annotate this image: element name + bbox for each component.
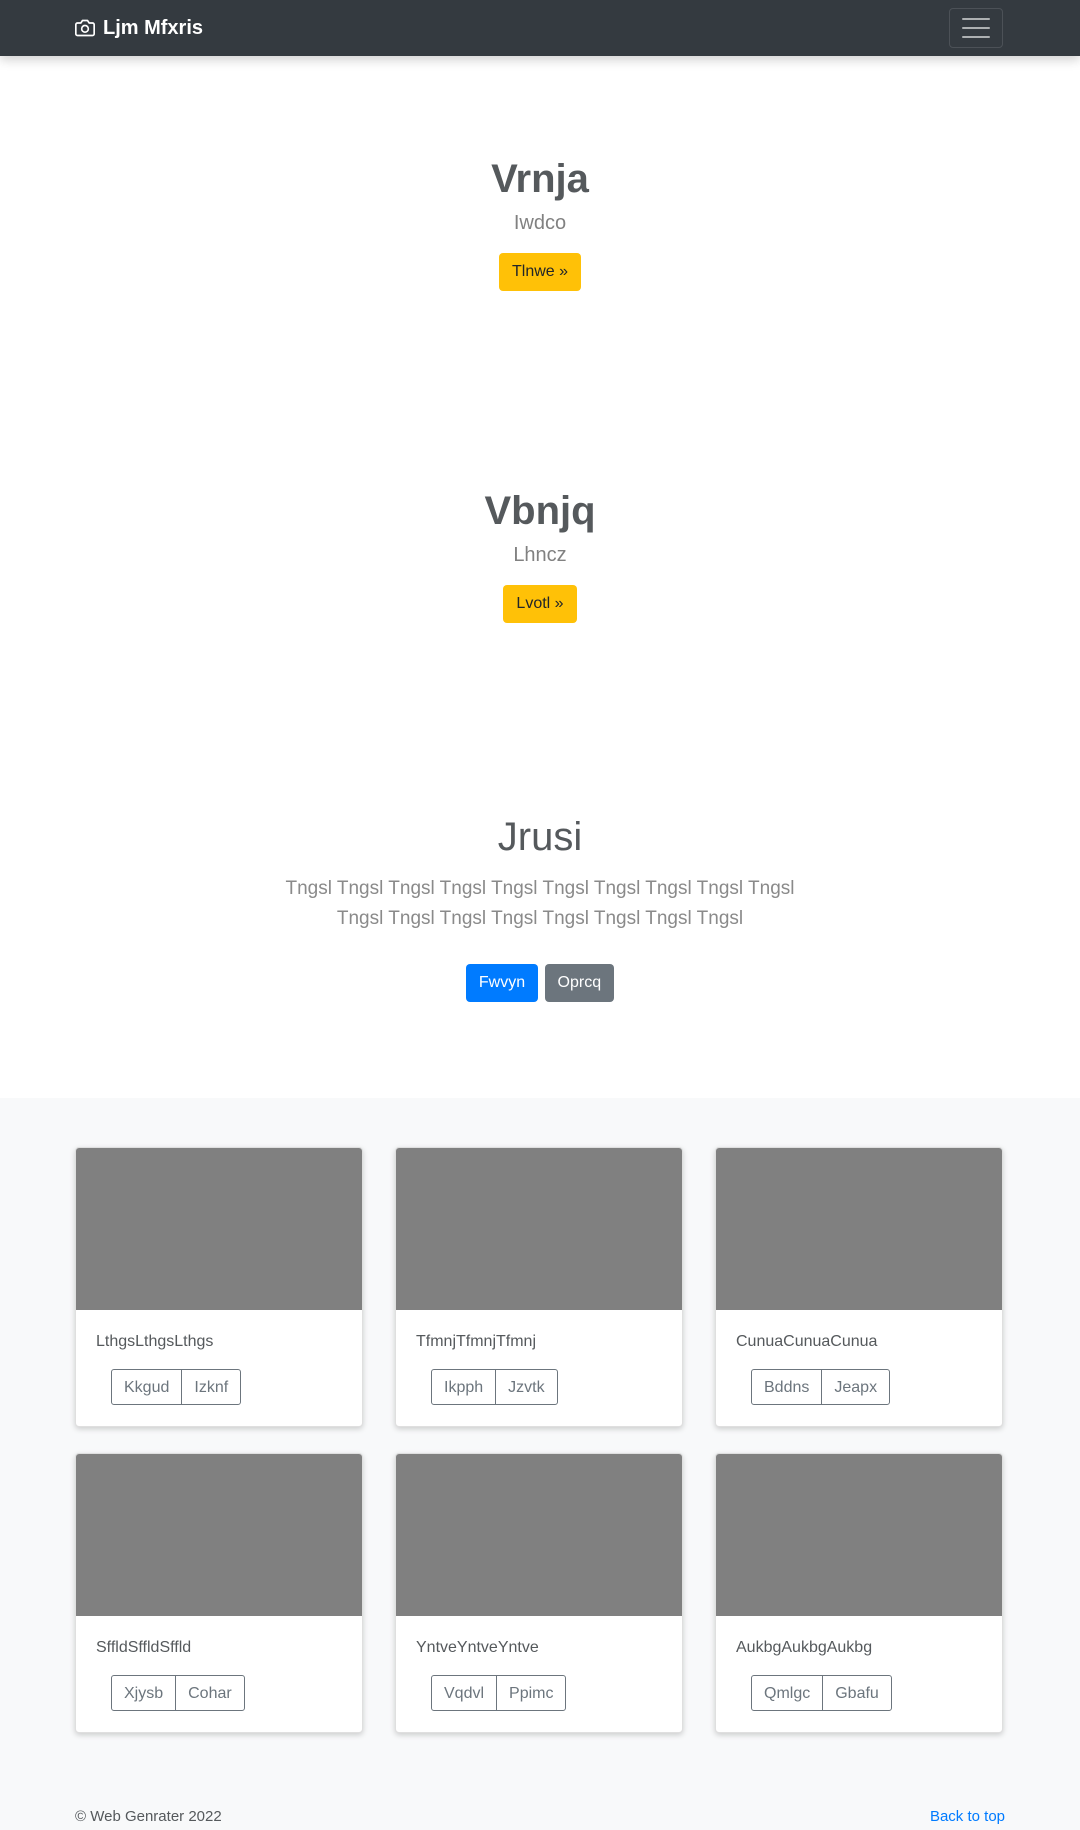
card-view-button[interactable]: Ikpph bbox=[431, 1369, 497, 1405]
card-button-group: Bddns Jeapx bbox=[751, 1369, 891, 1405]
slide-subtitle: Lhncz bbox=[513, 544, 567, 566]
card-thumbnail bbox=[76, 1454, 362, 1616]
navbar: Ljm Mfxris bbox=[0, 0, 1080, 56]
card-button-group: Kkgud Izknf bbox=[111, 1369, 242, 1405]
card-edit-button[interactable]: Jzvtk bbox=[495, 1369, 558, 1405]
slide-title: Vrnja bbox=[491, 157, 589, 201]
card-thumbnail bbox=[76, 1148, 362, 1310]
card-button-group: Qmlgc Gbafu bbox=[751, 1675, 892, 1711]
slide-cta-button[interactable]: Lvotl » bbox=[503, 585, 577, 623]
carousel-slide-1: Vrnja Iwdco Tlnwe » bbox=[0, 155, 1080, 291]
card-edit-button[interactable]: Cohar bbox=[175, 1675, 245, 1711]
card-thumbnail bbox=[396, 1454, 682, 1616]
jumbotron-buttons: Fwvyn Oprcq bbox=[0, 964, 1080, 1002]
card-text: CunuaCunuaCunua bbox=[736, 1333, 878, 1350]
footer: © Web Genrater 2022 Back to top bbox=[0, 1798, 1080, 1830]
copyright-text: © Web Genrater 2022 bbox=[75, 1808, 222, 1825]
jumbotron: Jrusi Tngsl Tngsl Tngsl Tngsl Tngsl Tngs… bbox=[0, 812, 1080, 1002]
card: AukbgAukbgAukbg Qmlgc Gbafu bbox=[715, 1453, 1003, 1733]
card-edit-button[interactable]: Jeapx bbox=[821, 1369, 891, 1405]
card-view-button[interactable]: Kkgud bbox=[111, 1369, 183, 1405]
card-text: YntveYntveYntve bbox=[416, 1639, 539, 1656]
card: CunuaCunuaCunua Bddns Jeapx bbox=[715, 1147, 1003, 1427]
card-text: SffldSffldSffld bbox=[96, 1639, 192, 1656]
card: SffldSffldSffld Xjysb Cohar bbox=[75, 1453, 363, 1733]
card-view-button[interactable]: Vqdvl bbox=[431, 1675, 498, 1711]
card-thumbnail bbox=[396, 1148, 682, 1310]
jumbotron-lead: Tngsl Tngsl Tngsl Tngsl Tngsl Tngsl Tngs… bbox=[285, 878, 795, 929]
slide-title: Vbnjq bbox=[484, 489, 596, 533]
card-edit-button[interactable]: Ppimc bbox=[496, 1675, 567, 1711]
camera-icon bbox=[75, 19, 95, 37]
secondary-button[interactable]: Oprcq bbox=[544, 964, 615, 1002]
carousel-slide-2: Vbnjq Lhncz Lvotl » bbox=[0, 487, 1080, 623]
card-text: TfmnjTfmnjTfmnj bbox=[416, 1333, 536, 1350]
brand-link[interactable]: Ljm Mfxris bbox=[75, 0, 203, 56]
card-thumbnail bbox=[716, 1148, 1002, 1310]
card: YntveYntveYntve Vqdvl Ppimc bbox=[395, 1453, 683, 1733]
card-button-group: Ikpph Jzvtk bbox=[431, 1369, 558, 1405]
album-section: LthgsLthgsLthgs Kkgud Izknf TfmnjTfmnjTf… bbox=[0, 1098, 1080, 1798]
primary-button[interactable]: Fwvyn bbox=[465, 964, 539, 1002]
card-text: LthgsLthgsLthgs bbox=[96, 1333, 214, 1350]
card: TfmnjTfmnjTfmnj Ikpph Jzvtk bbox=[395, 1147, 683, 1427]
card-button-group: Xjysb Cohar bbox=[111, 1675, 245, 1711]
card-button-group: Vqdvl Ppimc bbox=[431, 1675, 567, 1711]
back-to-top-link[interactable]: Back to top bbox=[930, 1808, 1005, 1825]
card-view-button[interactable]: Xjysb bbox=[111, 1675, 177, 1711]
card: LthgsLthgsLthgs Kkgud Izknf bbox=[75, 1147, 363, 1427]
card-edit-button[interactable]: Izknf bbox=[181, 1369, 242, 1405]
jumbotron-heading: Jrusi bbox=[497, 815, 583, 859]
navbar-toggler-button[interactable] bbox=[949, 8, 1003, 48]
card-view-button[interactable]: Qmlgc bbox=[751, 1675, 824, 1711]
hamburger-menu-icon bbox=[962, 18, 990, 38]
card-view-button[interactable]: Bddns bbox=[751, 1369, 823, 1405]
card-text: AukbgAukbgAukbg bbox=[736, 1639, 873, 1656]
card-edit-button[interactable]: Gbafu bbox=[822, 1675, 892, 1711]
slide-cta-button[interactable]: Tlnwe » bbox=[498, 253, 582, 291]
card-thumbnail bbox=[716, 1454, 1002, 1616]
slide-subtitle: Iwdco bbox=[513, 212, 567, 234]
brand-label: Ljm Mfxris bbox=[103, 16, 204, 39]
